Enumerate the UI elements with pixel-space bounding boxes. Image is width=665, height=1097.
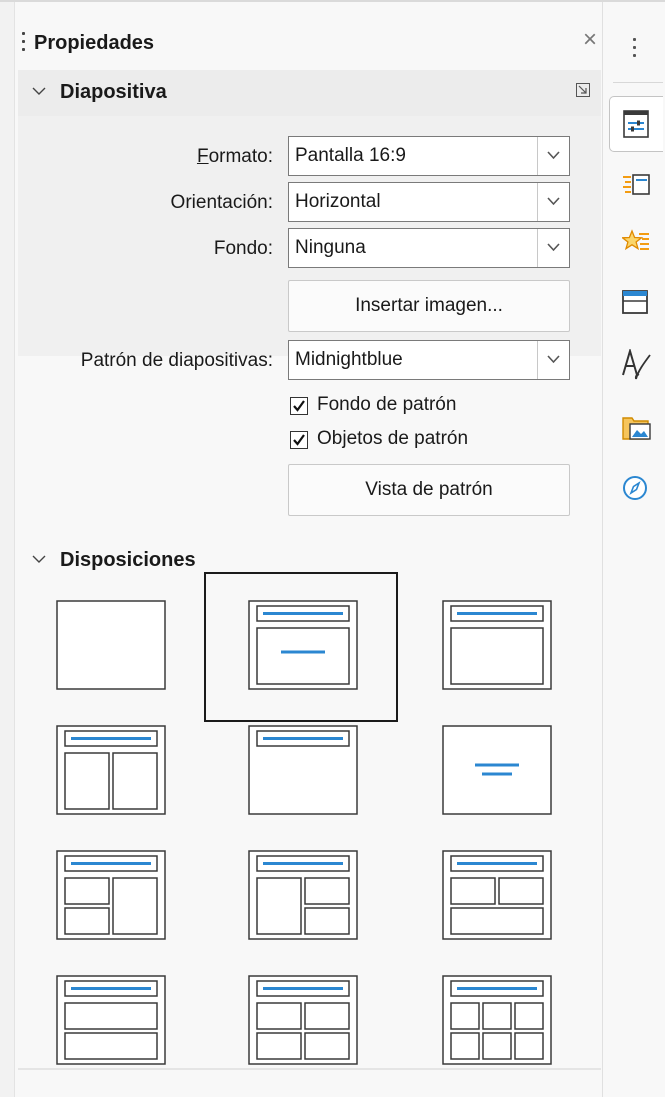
- tab-styles[interactable]: [609, 336, 663, 392]
- section-title-layouts: Disposiciones: [60, 549, 196, 571]
- chevron-down-icon: [547, 197, 560, 206]
- format-label-rest: ormato:: [208, 146, 273, 167]
- layout-title-2top-content[interactable]: [442, 850, 552, 940]
- master-view-button[interactable]: Vista de patrón: [288, 464, 570, 516]
- master-objects-label: Objetos de patrón: [317, 428, 469, 449]
- sidebar-deck: Propiedades × Diapositiva Formato: Panta…: [18, 22, 601, 1097]
- document-edge: [0, 2, 15, 1097]
- checkbox-box[interactable]: [290, 397, 308, 415]
- deck-titlebar: Propiedades ×: [18, 22, 601, 66]
- background-combobox[interactable]: Ninguna: [288, 228, 570, 268]
- orientation-value: Horizontal: [295, 191, 381, 212]
- section-header-slide[interactable]: Diapositiva: [18, 70, 601, 116]
- checkmark-icon: [293, 434, 305, 446]
- orientation-dropdown-button[interactable]: [537, 183, 569, 221]
- format-value: Pantalla 16:9: [295, 145, 406, 166]
- master-slide-combobox[interactable]: Midnightblue: [288, 340, 570, 380]
- navigator-icon: [623, 476, 647, 500]
- insert-image-button[interactable]: Insertar imagen...: [288, 280, 570, 332]
- bottom-rule: [18, 1068, 601, 1070]
- orientation-label: Orientación:: [170, 192, 273, 213]
- chevron-down-icon: [547, 355, 560, 364]
- tab-properties[interactable]: [609, 96, 663, 152]
- sidebar-tabbar: [602, 2, 665, 1097]
- slide-transition-icon: [623, 174, 650, 195]
- more-options-icon[interactable]: [575, 82, 591, 98]
- layout-blank[interactable]: [56, 600, 166, 690]
- chevron-down-icon: [32, 87, 46, 95]
- format-label: Formato:: [196, 146, 273, 167]
- tab-master-slides[interactable]: [609, 276, 663, 332]
- close-icon[interactable]: ×: [583, 28, 597, 52]
- panel-title: Propiedades: [34, 32, 155, 54]
- top-rule: [0, 0, 665, 2]
- layout-centered-text[interactable]: [442, 725, 552, 815]
- layout-title-only-content[interactable]: [442, 600, 552, 690]
- background-value: Ninguna: [295, 237, 366, 258]
- layout-title-two-content[interactable]: [56, 725, 166, 815]
- master-slide-dropdown-button[interactable]: [537, 341, 569, 379]
- layout-title-2content-left[interactable]: [56, 850, 166, 940]
- orientation-combobox[interactable]: Horizontal: [288, 182, 570, 222]
- grip-icon[interactable]: [22, 32, 26, 54]
- tab-gallery[interactable]: [609, 400, 663, 456]
- layout-title-4content[interactable]: [248, 975, 358, 1065]
- tab-navigator[interactable]: [609, 462, 663, 518]
- master-slide-label: Patrón de diapositivas:: [80, 350, 273, 371]
- chevron-down-icon: [547, 243, 560, 252]
- format-combobox[interactable]: Pantalla 16:9: [288, 136, 570, 176]
- master-background-label: Fondo de patrón: [317, 394, 457, 415]
- checkbox-box[interactable]: [290, 431, 308, 449]
- chevron-down-icon: [32, 555, 46, 563]
- master-slides-icon: [622, 290, 648, 314]
- styles-icon: [622, 349, 651, 380]
- layout-title-content-2right[interactable]: [248, 850, 358, 940]
- tabbar-menu-icon[interactable]: [633, 38, 637, 62]
- layout-title-content-content[interactable]: [56, 975, 166, 1065]
- tab-slide-transition[interactable]: [609, 158, 663, 214]
- tab-animation[interactable]: [609, 216, 663, 272]
- section-title-slide: Diapositiva: [60, 81, 167, 103]
- format-dropdown-button[interactable]: [537, 137, 569, 175]
- master-slide-value: Midnightblue: [295, 349, 403, 370]
- chevron-down-icon: [547, 151, 560, 160]
- layout-title-6content[interactable]: [442, 975, 552, 1065]
- animation-icon: [622, 229, 649, 251]
- gallery-icon: [622, 417, 651, 440]
- background-label: Fondo:: [213, 238, 273, 259]
- checkmark-icon: [293, 400, 305, 412]
- properties-icon: [623, 110, 649, 138]
- layout-title-content[interactable]: [248, 600, 358, 690]
- tabbar-separator: [613, 82, 663, 83]
- background-dropdown-button[interactable]: [537, 229, 569, 267]
- layout-title-only[interactable]: [248, 725, 358, 815]
